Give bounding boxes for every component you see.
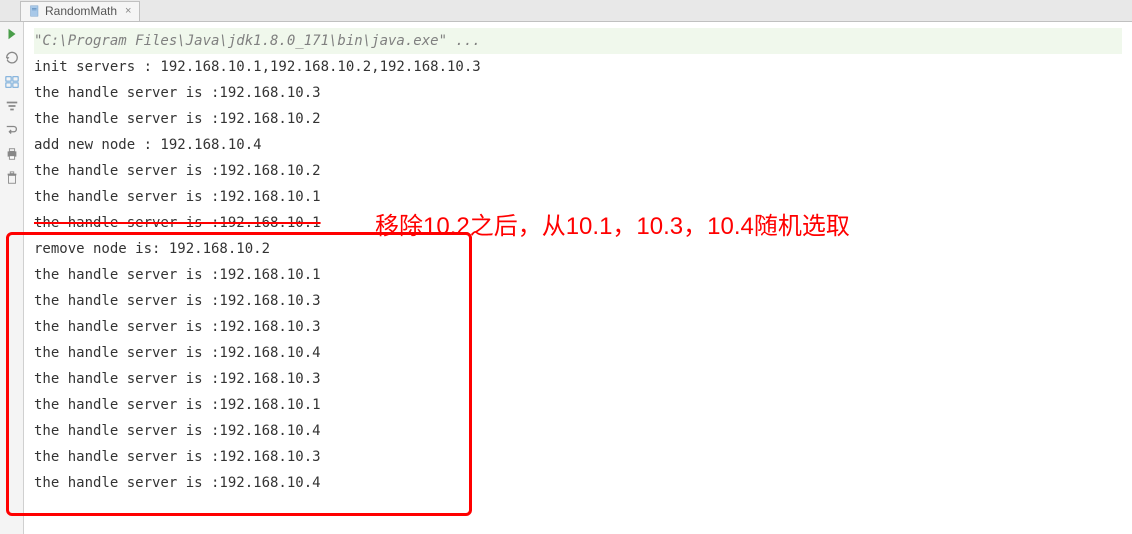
console-cmd-line: "C:\Program Files\Java\jdk1.8.0_171\bin\…: [34, 28, 1122, 54]
console-line: the handle server is :192.168.10.3: [34, 366, 1122, 392]
console-line: the handle server is :192.168.10.3: [34, 80, 1122, 106]
main-area: "C:\Program Files\Java\jdk1.8.0_171\bin\…: [0, 22, 1132, 534]
console-output: "C:\Program Files\Java\jdk1.8.0_171\bin\…: [24, 22, 1132, 534]
console-line: init servers : 192.168.10.1,192.168.10.2…: [34, 54, 1122, 80]
console-line: the handle server is :192.168.10.4: [34, 340, 1122, 366]
console-line: add new node : 192.168.10.4: [34, 132, 1122, 158]
stop-icon[interactable]: [4, 50, 20, 66]
tab-close-icon[interactable]: ×: [125, 5, 131, 17]
tab-bar: RandomMath ×: [0, 0, 1132, 22]
console-line: remove node is: 192.168.10.2: [34, 236, 1122, 262]
tab-randommath[interactable]: RandomMath ×: [20, 1, 140, 21]
file-icon: [29, 5, 41, 17]
trash-icon[interactable]: [4, 170, 20, 186]
wrap-icon[interactable]: [4, 122, 20, 138]
console-line: the handle server is :192.168.10.1: [34, 262, 1122, 288]
console-line: the handle server is :192.168.10.4: [34, 418, 1122, 444]
filter-icon[interactable]: [4, 98, 20, 114]
console-line: the handle server is :192.168.10.4: [34, 470, 1122, 496]
console-line: the handle server is :192.168.10.3: [34, 288, 1122, 314]
console-line: the handle server is :192.168.10.3: [34, 444, 1122, 470]
gutter: [0, 22, 24, 534]
console-line: the handle server is :192.168.10.1: [34, 392, 1122, 418]
console-line: the handle server is :192.168.10.2: [34, 106, 1122, 132]
print-icon[interactable]: [4, 146, 20, 162]
rerun-icon[interactable]: [4, 26, 20, 42]
console-line-struck: the handle server is :192.168.10.1: [34, 210, 1122, 236]
console-line: the handle server is :192.168.10.1: [34, 184, 1122, 210]
tab-label: RandomMath: [45, 4, 117, 18]
console-line: the handle server is :192.168.10.3: [34, 314, 1122, 340]
console-line: the handle server is :192.168.10.2: [34, 158, 1122, 184]
layout-icon[interactable]: [4, 74, 20, 90]
